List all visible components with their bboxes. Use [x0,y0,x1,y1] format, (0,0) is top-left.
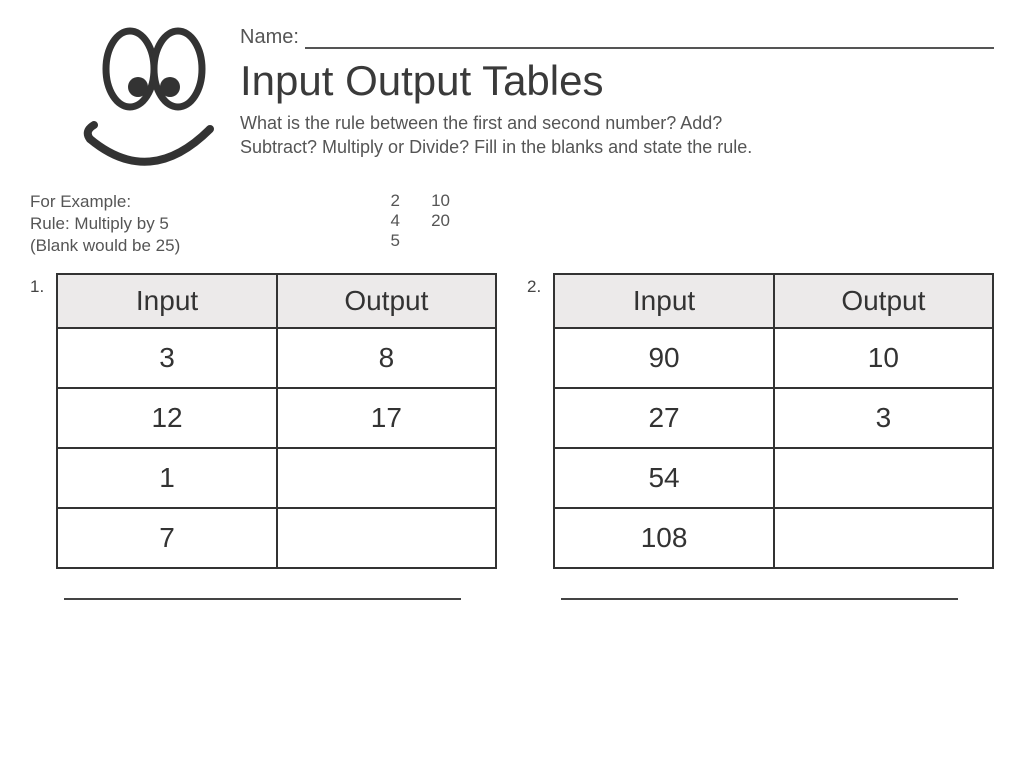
output-cell[interactable] [277,448,496,508]
output-cell[interactable] [774,508,993,568]
table-row: 7 [57,508,496,568]
problem-number: 2. [527,273,553,297]
instructions-line-2: Subtract? Multiply or Divide? Fill in th… [240,137,752,157]
input-cell: 108 [554,508,773,568]
name-blank[interactable] [305,25,994,49]
table-row: 12 17 [57,388,496,448]
problem-1: 1. Input Output 3 8 12 17 1 [30,273,497,600]
header-output: Output [277,274,496,328]
table-row: 3 8 [57,328,496,388]
header-output: Output [774,274,993,328]
table-row: 1 [57,448,496,508]
example-table: 2 10 4 20 5 [360,191,450,251]
cartoon-face-icon [30,25,230,185]
example-label-1: For Example: [30,191,360,213]
table-row: 90 10 [554,328,993,388]
example-cell: 2 [360,191,400,211]
input-cell: 54 [554,448,773,508]
example-label-2: Rule: Multiply by 5 [30,213,360,235]
instructions: What is the rule between the first and s… [240,111,994,160]
example-cell: 4 [360,211,400,231]
table-row: 108 [554,508,993,568]
example-cell [410,231,450,251]
instructions-line-1: What is the rule between the first and s… [240,113,722,133]
example-cell: 5 [360,231,400,251]
input-cell: 7 [57,508,276,568]
output-cell[interactable]: 10 [774,328,993,388]
rule-answer-line[interactable] [561,597,958,600]
problem-2: 2. Input Output 90 10 27 3 54 [527,273,994,600]
example-cell: 10 [410,191,450,211]
output-cell[interactable] [774,448,993,508]
table-row: 27 3 [554,388,993,448]
input-cell: 90 [554,328,773,388]
output-cell[interactable]: 17 [277,388,496,448]
input-cell: 1 [57,448,276,508]
example-cell: 20 [410,211,450,231]
name-label: Name: [240,26,299,49]
input-cell: 3 [57,328,276,388]
output-cell[interactable] [277,508,496,568]
example-label-3: (Blank would be 25) [30,235,360,257]
page-title: Input Output Tables [240,57,994,105]
io-table-1: Input Output 3 8 12 17 1 [56,273,497,569]
header-input: Input [554,274,773,328]
output-cell[interactable]: 8 [277,328,496,388]
problem-number: 1. [30,273,56,297]
output-cell[interactable]: 3 [774,388,993,448]
io-table-2: Input Output 90 10 27 3 54 [553,273,994,569]
name-field[interactable]: Name: [240,25,994,49]
input-cell: 12 [57,388,276,448]
header-input: Input [57,274,276,328]
example-section: For Example: Rule: Multiply by 5 (Blank … [30,191,994,257]
input-cell: 27 [554,388,773,448]
rule-answer-line[interactable] [64,597,461,600]
table-row: 54 [554,448,993,508]
